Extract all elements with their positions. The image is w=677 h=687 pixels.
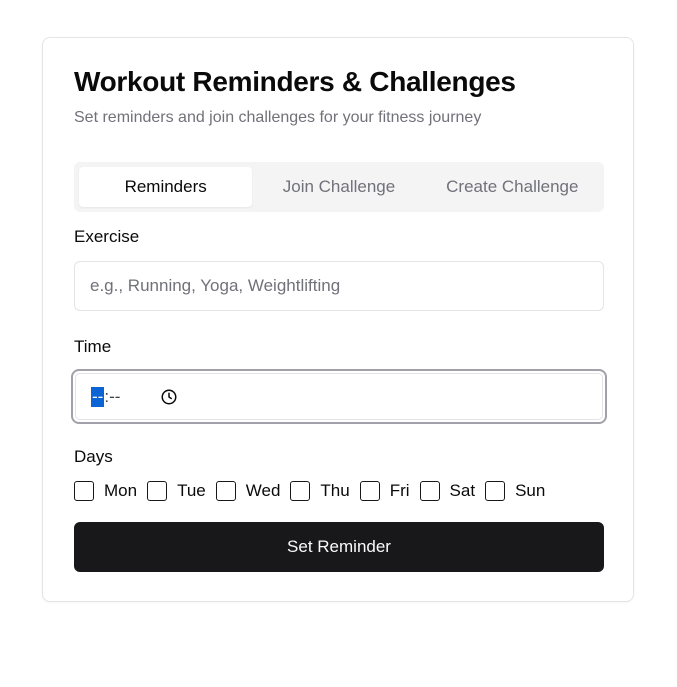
day-mon-label: Mon	[104, 481, 138, 500]
day-tue[interactable]: Tue	[147, 481, 206, 501]
time-label: Time	[74, 337, 112, 356]
day-mon[interactable]: Mon	[74, 481, 137, 501]
day-fri-checkbox[interactable]	[359, 481, 380, 501]
day-sat-checkbox[interactable]	[419, 481, 440, 501]
time-minutes-segment[interactable]: --	[109, 387, 120, 407]
day-fri-label: Fri	[389, 481, 410, 500]
tab-create-challenge[interactable]: Create Challenge	[426, 167, 599, 207]
days-group: Mon Tue Wed Thu Fri Sat Sun	[74, 481, 545, 501]
reminder-card: Workout Reminders & Challenges Set remin…	[42, 37, 634, 602]
card-title: Workout Reminders & Challenges	[74, 66, 516, 97]
days-label: Days	[74, 447, 113, 466]
day-tue-checkbox[interactable]	[147, 481, 168, 501]
time-hours-segment[interactable]: --	[91, 386, 105, 407]
day-sat-label: Sat	[449, 481, 476, 500]
day-thu-checkbox[interactable]	[290, 481, 311, 501]
day-thu[interactable]: Thu	[290, 481, 350, 501]
day-sat[interactable]: Sat	[419, 481, 476, 501]
day-sun[interactable]: Sun	[485, 481, 545, 501]
time-input[interactable]: -- : --	[71, 369, 607, 424]
day-wed[interactable]: Wed	[215, 481, 281, 501]
exercise-label: Exercise	[74, 227, 140, 246]
clock-icon[interactable]	[160, 388, 178, 406]
tab-join-challenge[interactable]: Join Challenge	[252, 167, 425, 207]
day-wed-label: Wed	[245, 481, 281, 500]
tab-list: Reminders Join Challenge Create Challeng…	[74, 162, 604, 212]
exercise-input[interactable]	[74, 261, 604, 311]
day-mon-checkbox[interactable]	[74, 481, 94, 501]
day-sun-checkbox[interactable]	[485, 481, 506, 501]
set-reminder-button[interactable]: Set Reminder	[74, 522, 604, 572]
tab-reminders[interactable]: Reminders	[79, 167, 253, 207]
card-subtitle: Set reminders and join challenges for yo…	[74, 109, 482, 126]
day-sun-label: Sun	[515, 481, 546, 500]
time-input-field[interactable]: -- : --	[75, 373, 603, 420]
day-tue-label: Tue	[177, 481, 206, 500]
day-thu-label: Thu	[320, 481, 350, 500]
day-fri[interactable]: Fri	[359, 481, 410, 501]
day-wed-checkbox[interactable]	[215, 481, 236, 501]
